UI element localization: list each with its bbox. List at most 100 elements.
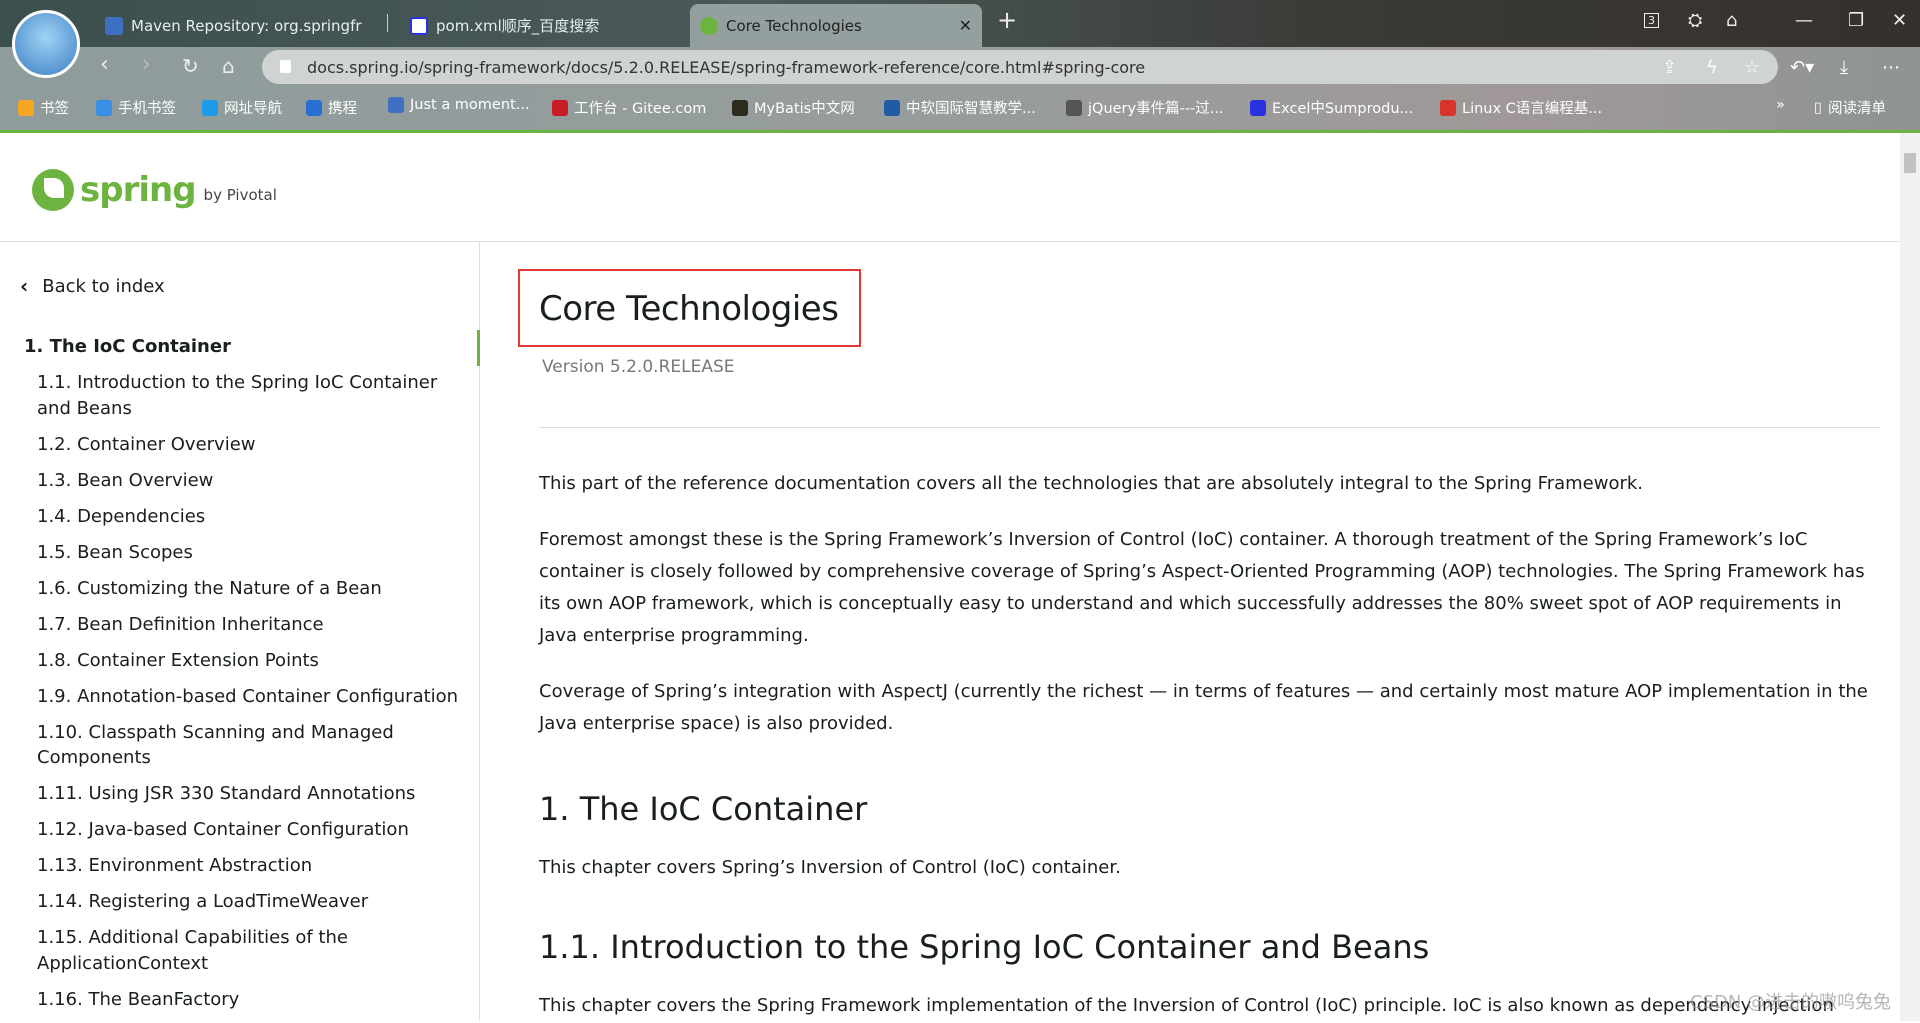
scrollbar[interactable] — [1900, 133, 1920, 1021]
close-window-button[interactable]: ✕ — [1892, 10, 1907, 31]
toc-item[interactable]: 1.16. The BeanFactory — [0, 987, 470, 1013]
bookmark-label: MyBatis中文网 — [754, 101, 855, 117]
mvn-icon — [105, 16, 123, 35]
bookmark-label: 手机书签 — [118, 101, 176, 117]
logo-word: spring — [80, 170, 197, 210]
tab-title: Maven Repository: org.springfr — [131, 16, 362, 35]
logo-by: by Pivotal — [203, 186, 277, 204]
site-header: spring by Pivotal — [0, 133, 1900, 242]
scrollbar-thumb[interactable] — [1904, 153, 1916, 173]
more-icon[interactable]: ⋯ — [1882, 57, 1900, 78]
toc-item[interactable]: 1.11. Using JSR 330 Standard Annotations — [0, 781, 470, 807]
undo-icon[interactable]: ↶▾ — [1790, 57, 1814, 78]
new-tab-button[interactable]: + — [997, 6, 1017, 34]
bookmark-label: Just a moment... — [410, 97, 530, 113]
tab-title: Core Technologies — [726, 16, 862, 35]
chevron-left-icon: ‹ — [20, 274, 29, 298]
paragraph: Foremost amongst these is the Spring Fra… — [539, 529, 1865, 646]
bookmark-item[interactable]: Linux C语言编程基... — [1440, 97, 1602, 118]
page-title: Core Technologies — [539, 289, 839, 329]
toc-item[interactable]: 1.4. Dependencies — [0, 504, 470, 530]
watermark: CSDN @进击的嗷呜兔兔 — [1690, 992, 1892, 1013]
bookmark-label: 网址导航 — [224, 101, 282, 117]
bookmark-icon — [306, 99, 322, 116]
tab-baidu[interactable]: pom.xml顺序_百度搜索 — [400, 4, 680, 47]
bookmark-label: jQuery事件篇---过... — [1088, 101, 1224, 117]
bookmark-label: 携程 — [328, 101, 357, 117]
back-button[interactable]: ‹ — [100, 52, 109, 77]
baidu-icon — [410, 16, 428, 35]
toc-item[interactable]: 1.12. Java-based Container Configuration — [0, 817, 470, 843]
bookmark-label: Excel中Sumprodu... — [1272, 101, 1414, 117]
back-to-index-link[interactable]: ‹ Back to index — [20, 274, 165, 298]
toc-item[interactable]: 1.9. Annotation-based Container Configur… — [0, 684, 470, 710]
bookmark-icon — [388, 97, 404, 113]
bookmark-icon — [884, 99, 900, 116]
lock-icon — [280, 60, 291, 73]
reload-button[interactable]: ↻ — [182, 54, 199, 78]
close-tab-icon[interactable]: ✕ — [959, 16, 972, 35]
tab-separator — [387, 14, 388, 32]
bookmark-item[interactable]: 中软国际智慧教学... — [884, 97, 1036, 118]
toc-item[interactable]: 1.13. Environment Abstraction — [0, 853, 470, 879]
paragraph: This chapter covers the Spring Framework… — [539, 995, 1834, 1016]
toc-item[interactable]: 1.7. Bean Definition Inheritance — [0, 612, 470, 638]
divider — [539, 427, 1880, 428]
tab-title: pom.xml顺序_百度搜索 — [436, 17, 600, 35]
bookmark-item[interactable]: 网址导航 — [202, 97, 282, 118]
spring-logo[interactable]: spring by Pivotal — [32, 169, 277, 211]
bookmark-item[interactable]: Excel中Sumprodu... — [1250, 97, 1413, 118]
tab-count-icon[interactable]: 3 — [1644, 13, 1659, 28]
toc-item[interactable]: 1.2. Container Overview — [0, 432, 470, 458]
reading-list-icon: ▯ — [1814, 99, 1822, 116]
star-icon[interactable]: ☆ — [1744, 57, 1760, 78]
address-bar[interactable]: docs.spring.io/spring-framework/docs/5.2… — [262, 50, 1778, 84]
forward-button[interactable]: › — [142, 52, 151, 77]
reading-list-label: 阅读清单 — [1827, 101, 1886, 117]
bookmark-icon — [1250, 99, 1266, 116]
paragraph: This chapter covers Spring’s Inversion o… — [539, 857, 1121, 878]
paragraph: This part of the reference documentation… — [539, 473, 1644, 494]
incognito-icon[interactable]: ⛭ — [1688, 10, 1702, 31]
tab-core-technologies[interactable]: Core Technologies ✕ — [690, 4, 982, 47]
toc-active-indicator — [477, 330, 480, 366]
toc-item[interactable]: 1.10. Classpath Scanning and Managed Com… — [0, 720, 470, 771]
bookmark-icon — [18, 99, 34, 116]
bookmark-icon — [96, 99, 112, 116]
bookmark-icon — [732, 99, 748, 116]
toc-item[interactable]: 1.15. Additional Capabilities of the App… — [0, 925, 470, 976]
toc-item[interactable]: 1. The IoC Container — [0, 334, 470, 360]
bookmark-item[interactable]: 手机书签 — [96, 97, 176, 118]
share-icon[interactable]: ⇪ — [1662, 57, 1677, 78]
home-button[interactable]: ⌂ — [222, 54, 235, 78]
bookmark-label: Linux C语言编程基... — [1462, 101, 1603, 117]
bookmark-item[interactable]: Just a moment... — [388, 97, 530, 113]
bookmark-item[interactable]: jQuery事件篇---过... — [1066, 97, 1224, 118]
reading-list[interactable]: ▯ 阅读清单 — [1814, 97, 1886, 118]
toc-item[interactable]: 1.1. Introduction to the Spring IoC Cont… — [0, 370, 470, 421]
toc-item[interactable]: 1.6. Customizing the Nature of a Bean — [0, 576, 470, 602]
bookmark-icon — [1066, 99, 1082, 116]
toc-item[interactable]: 1.8. Container Extension Points — [0, 648, 470, 674]
back-label: Back to index — [42, 275, 165, 297]
version-label: Version 5.2.0.RELEASE — [542, 357, 735, 377]
toc-item[interactable]: 1.3. Bean Overview — [0, 468, 470, 494]
download-icon[interactable]: ⤓ — [1840, 57, 1848, 78]
bookmark-label: 书签 — [40, 101, 69, 117]
bookmark-label: 工作台 - Gitee.com — [574, 101, 707, 117]
tab-maven[interactable]: Maven Repository: org.springfr — [95, 4, 375, 47]
bookmark-item[interactable]: 书签 — [18, 97, 69, 118]
toc-item[interactable]: 1.14. Registering a LoadTimeWeaver — [0, 889, 470, 915]
bookmark-item[interactable]: MyBatis中文网 — [732, 97, 855, 118]
bookmark-item[interactable]: 携程 — [306, 97, 357, 118]
bookmarks-more[interactable]: » — [1776, 97, 1785, 113]
bookmark-icon — [202, 99, 218, 116]
lightning-icon[interactable]: ϟ — [1706, 57, 1718, 78]
profile-avatar[interactable] — [12, 10, 80, 78]
skin-icon[interactable]: ⌂ — [1726, 10, 1737, 31]
maximize-button[interactable]: ❐ — [1848, 10, 1864, 31]
bookmark-item[interactable]: 工作台 - Gitee.com — [552, 97, 706, 118]
minimize-button[interactable]: — — [1795, 10, 1813, 31]
toc-item[interactable]: 1.5. Bean Scopes — [0, 540, 470, 566]
toc-sidebar: ‹ Back to index 1. The IoC Container 1.1. … — [0, 242, 480, 1021]
